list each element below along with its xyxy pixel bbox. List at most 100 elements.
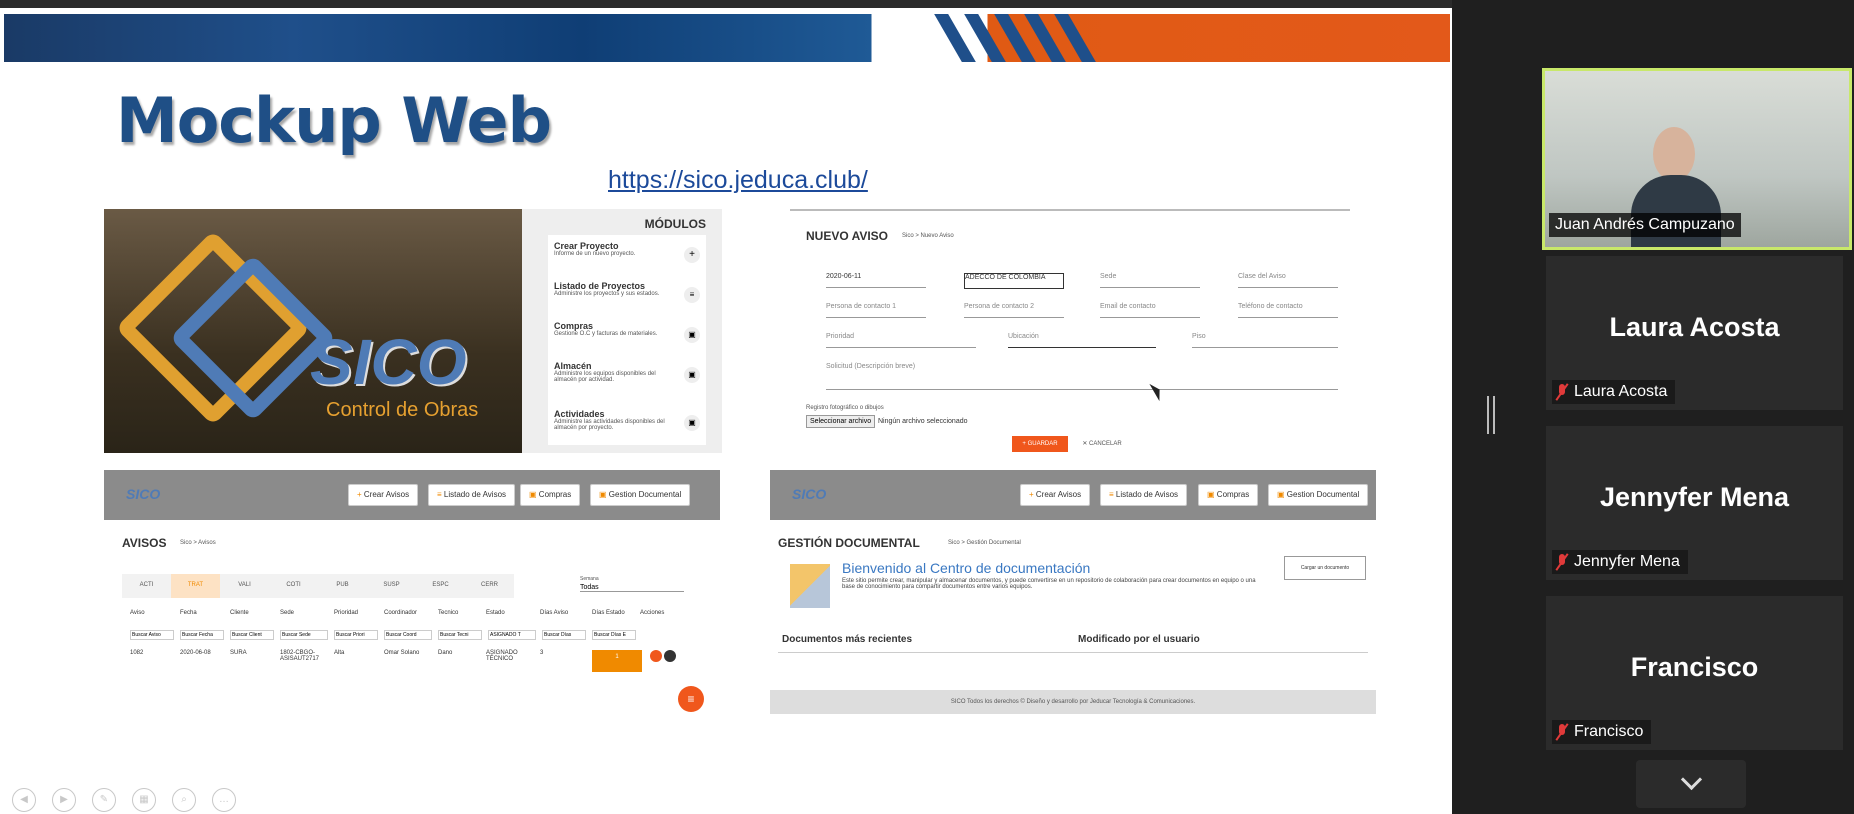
cart-icon[interactable]: ▣	[684, 327, 700, 343]
slides-grid-icon[interactable]: ▦	[132, 788, 156, 812]
screen-top-edge	[0, 0, 1452, 8]
search-input[interactable]: Buscar Coord	[384, 630, 432, 640]
next-slide-icon[interactable]: ▶	[52, 788, 76, 812]
modules-panel: MÓDULOS Crear Proyecto Informe de un nuev…	[522, 209, 722, 453]
module-item[interactable]: Crear Proyecto Informe de un nuevo proyec…	[554, 241, 635, 257]
participant-tile[interactable]: Francisco Francisco	[1546, 596, 1843, 750]
nav-compras[interactable]: ▣ Compras	[520, 484, 581, 506]
participant-tile[interactable]: Jennyfer Mena Jennyfer Mena	[1546, 426, 1843, 580]
avisos-title: AVISOS	[122, 536, 167, 550]
mic-muted-icon	[1555, 723, 1569, 741]
state-filter-bar: ACTI TRAT VALI COTI PUB SUSP ESPC CERR	[122, 574, 514, 598]
participant-tile[interactable]: Laura Acosta Laura Acosta	[1546, 256, 1843, 410]
piso-field[interactable]: Piso	[1192, 333, 1338, 348]
prioridad-field[interactable]: Prioridad	[826, 333, 976, 348]
more-options-icon[interactable]: …	[212, 788, 236, 812]
upload-button[interactable]: Cargar un documento	[1284, 556, 1366, 580]
mock-nuevo-aviso: NUEVO AVISO Sico > Nuevo Aviso 2020-06-1…	[790, 209, 1350, 455]
gestion-navbar: SICO + Crear Avisos ≡ Listado de Avisos …	[770, 470, 1376, 520]
modules-list: Crear Proyecto Informe de un nuevo proyec…	[548, 235, 706, 445]
foto-label: Registro fotográfico o dibujos	[806, 405, 884, 411]
gestion-title: GESTIÓN DOCUMENTAL	[778, 536, 920, 550]
slide-link[interactable]: https://sico.jeduca.club/	[608, 166, 868, 195]
sico-nav-logo: SICO	[126, 486, 161, 502]
module-item[interactable]: Almacén Administre los equipos disponible…	[554, 361, 664, 383]
participant-name-tag: Jennyfer Mena	[1552, 550, 1688, 574]
fab-menu-icon[interactable]: ≡	[678, 686, 704, 712]
search-input[interactable]: Buscar Sede	[280, 630, 328, 640]
participant-name-tag: Juan Andrés Campuzano	[1549, 213, 1741, 237]
nav-crear-avisos[interactable]: + Crear Avisos	[1020, 484, 1091, 506]
table-row[interactable]: 1082 2020-06-08 SURA 1802-CBGO-ASISAUT2717 A…	[130, 650, 690, 672]
nav-compras[interactable]: ▣ Compras	[1198, 484, 1259, 506]
shared-screen: Mockup Web https://sico.jeduca.club/ SIC…	[0, 0, 1452, 814]
nav-crear-avisos[interactable]: + Crear Avisos	[348, 484, 419, 506]
file-status: Ningún archivo seleccionado	[878, 418, 968, 425]
cart-icon[interactable]: ▣	[684, 415, 700, 431]
contacto1-field[interactable]: Persona de contacto 1	[826, 303, 926, 318]
search-input[interactable]: Buscar Tecni	[438, 630, 482, 640]
view-icon[interactable]	[664, 650, 676, 662]
filter-label: Semana	[580, 576, 599, 582]
file-button[interactable]: Seleccionar archivo	[806, 415, 876, 428]
contacto2-field[interactable]: Persona de contacto 2	[964, 303, 1064, 318]
search-input[interactable]: Buscar Días	[542, 630, 586, 640]
telefono-field[interactable]: Teléfono de contacto	[1238, 303, 1338, 318]
brand-name: SICO	[310, 326, 467, 398]
search-input[interactable]: Buscar Aviso	[130, 630, 174, 640]
state-pub[interactable]: PUB	[318, 574, 367, 598]
panel-resize-handle[interactable]	[1487, 396, 1495, 434]
search-input[interactable]: Buscar Fecha	[180, 630, 224, 640]
clase-field[interactable]: Clase del Aviso	[1238, 273, 1338, 288]
state-cerr[interactable]: CERR	[465, 574, 514, 598]
state-vali[interactable]: VALI	[220, 574, 269, 598]
dias-estado-badge: 1	[592, 650, 642, 672]
nav-gestion-documental[interactable]: ▣ Gestion Documental	[1268, 484, 1369, 506]
prev-slide-icon[interactable]: ◀	[12, 788, 36, 812]
sede-field[interactable]: Sede	[1100, 273, 1200, 288]
breadcrumb: Sico > Avisos	[180, 540, 216, 546]
participant-video-tile[interactable]: Juan Andrés Campuzano	[1542, 68, 1852, 250]
participant-name-large: Laura Acosta	[1609, 312, 1780, 342]
cliente-field[interactable]: ADECCO DE COLOMBIA	[964, 273, 1064, 289]
search-input[interactable]: Buscar Días E	[592, 630, 636, 640]
table-header: Aviso Fecha Cliente Sede Prioridad Coordinado…	[130, 610, 665, 616]
fecha-field[interactable]: 2020-06-11	[826, 273, 926, 288]
state-espc[interactable]: ESPC	[416, 574, 465, 598]
module-item[interactable]: Actividades Administre las actividades di…	[554, 409, 672, 431]
list-icon[interactable]: ≡	[684, 287, 700, 303]
ubicacion-field[interactable]: Ubicación	[1008, 333, 1156, 348]
module-item[interactable]: Listado de Proyectos Administre los proye…	[554, 281, 659, 297]
modules-title: MÓDULOS	[644, 217, 706, 231]
descripcion-field[interactable]: Solicitud (Descripción breve)	[826, 363, 1338, 390]
edit-icon[interactable]	[650, 650, 662, 662]
cart-icon[interactable]: ▣	[684, 367, 700, 383]
search-input[interactable]: Buscar Priori	[334, 630, 378, 640]
state-trat[interactable]: TRAT	[171, 574, 220, 598]
nav-gestion-documental[interactable]: ▣ Gestion Documental	[590, 484, 691, 506]
nav-listado-avisos[interactable]: ≡ Listado de Avisos	[1100, 484, 1188, 506]
participant-name-tag: Francisco	[1552, 720, 1652, 744]
pen-icon[interactable]: ✎	[92, 788, 116, 812]
state-acti[interactable]: ACTI	[122, 574, 171, 598]
nav-listado-avisos[interactable]: ≡ Listado de Avisos	[428, 484, 516, 506]
plus-icon[interactable]: +	[684, 247, 700, 263]
guardar-button[interactable]: + GUARDAR	[1012, 436, 1068, 452]
search-input[interactable]: ASIGNADO T	[488, 630, 536, 640]
state-susp[interactable]: SUSP	[367, 574, 416, 598]
email-field[interactable]: Email de contacto	[1100, 303, 1200, 318]
gallery-scroll-down-button[interactable]	[1636, 760, 1746, 808]
chevron-down-icon	[1680, 768, 1703, 791]
search-input[interactable]: Buscar Client	[230, 630, 274, 640]
mock-gestion-documental: GESTIÓN DOCUMENTAL Sico > Gestión Docume…	[770, 520, 1376, 716]
brand-subtitle: Control de Obras	[326, 399, 479, 421]
welcome-desc: Este sitio permite crear, manipular y al…	[842, 578, 1256, 590]
modified-label: Modificado por el usuario	[1078, 634, 1200, 645]
slide-title: Mockup Web	[116, 84, 552, 157]
cancelar-button[interactable]: ✕ CANCELAR	[1074, 436, 1130, 452]
module-item[interactable]: Compras Gestione O.C y facturas de materi…	[554, 321, 657, 337]
recent-docs-label: Documentos más recientes	[782, 634, 913, 645]
zoom-icon[interactable]: ⌕	[172, 788, 196, 812]
state-coti[interactable]: COTI	[269, 574, 318, 598]
week-select[interactable]: Todas	[580, 584, 684, 592]
